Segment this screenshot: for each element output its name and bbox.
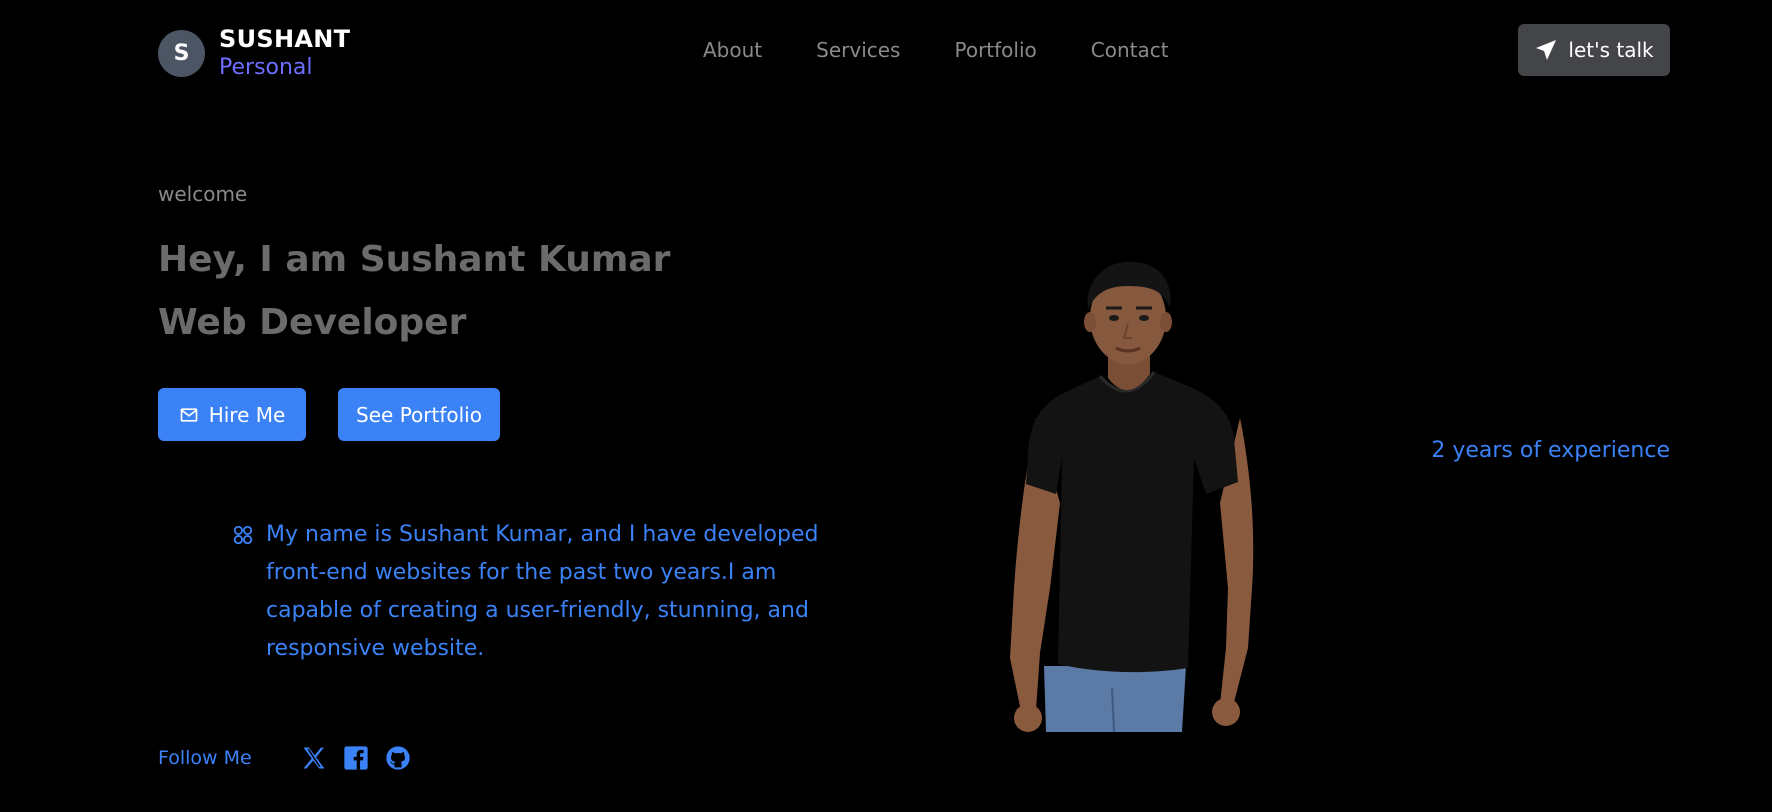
welcome-text: welcome: [158, 182, 248, 206]
follow-label: Follow Me: [158, 747, 252, 769]
brand[interactable]: S SUSHANT Personal: [158, 24, 350, 82]
nav-item-contact[interactable]: Contact: [1091, 36, 1169, 64]
hero-headline: Hey, I am Sushant Kumar Web Developer: [158, 228, 670, 354]
hire-me-label: Hire Me: [208, 402, 286, 427]
mail-icon: [180, 407, 198, 422]
see-portfolio-button[interactable]: See Portfolio: [338, 388, 500, 441]
facebook-icon[interactable]: [342, 744, 370, 772]
logo-avatar: S: [158, 29, 205, 77]
nav-item-about[interactable]: About: [703, 36, 762, 64]
nav-item-portfolio[interactable]: Portfolio: [954, 36, 1036, 64]
headline-line-2: Web Developer: [158, 302, 467, 343]
follow-section: Follow Me: [158, 744, 412, 772]
social-links: [300, 744, 412, 772]
hire-me-button[interactable]: Hire Me: [158, 388, 306, 441]
brand-name: SUSHANT: [219, 25, 351, 53]
bio-text: My name is Sushant Kumar, and I have dev…: [266, 522, 819, 661]
main-nav: About Services Portfolio Contact: [703, 36, 1169, 64]
lets-talk-label: let's talk: [1568, 38, 1654, 62]
experience-text: 2 years of experience: [1431, 438, 1670, 463]
grid-icon: [233, 525, 253, 545]
brand-subtitle: Personal: [219, 55, 313, 80]
headline-line-1: Hey, I am Sushant Kumar: [158, 239, 671, 280]
profile-photo: [1010, 261, 1254, 732]
nav-item-services[interactable]: Services: [816, 36, 900, 64]
lets-talk-button[interactable]: let's talk: [1518, 24, 1670, 76]
bio-block: My name is Sushant Kumar, and I have dev…: [232, 516, 826, 668]
x-icon[interactable]: [300, 744, 328, 772]
send-icon: [1536, 40, 1557, 60]
github-icon[interactable]: [384, 744, 412, 772]
